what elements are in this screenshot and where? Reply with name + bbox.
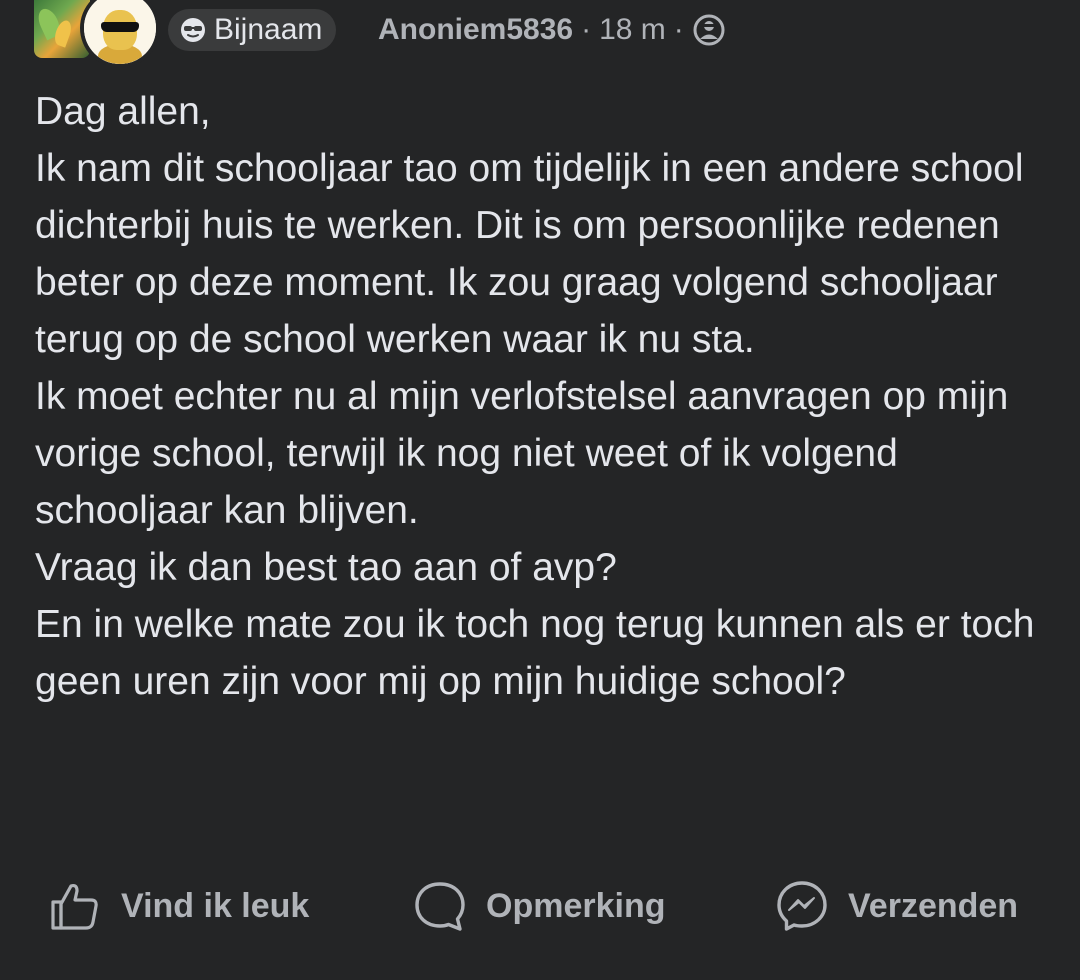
post-body: Dag allen, Ik nam dit schooljaar tao om … bbox=[35, 83, 1055, 710]
like-label: Vind ik leuk bbox=[121, 886, 310, 925]
post-paragraph: Ik nam dit schooljaar tao om tijdelijk i… bbox=[35, 147, 1024, 361]
post-paragraph: Dag allen, bbox=[35, 90, 211, 133]
post-paragraph: En in welke mate zou ik toch nog terug k… bbox=[35, 603, 1035, 703]
user-avatar[interactable] bbox=[80, 0, 160, 68]
author-name[interactable]: Anoniem5836 bbox=[378, 9, 573, 51]
comment-button[interactable]: Opmerking bbox=[412, 874, 665, 938]
post-time[interactable]: 18 m bbox=[599, 9, 666, 51]
post-card: Bijnaam Anoniem5836 · 18 m · Dag allen, … bbox=[0, 0, 1080, 980]
anonymous-user-icon[interactable] bbox=[692, 13, 726, 47]
post-paragraph: Vraag ik dan best tao aan of avp? bbox=[35, 546, 617, 589]
post-actions: Vind ik leuk Opmerking Verzenden bbox=[0, 874, 1080, 938]
separator-dot: · bbox=[581, 13, 592, 46]
nickname-badge: Bijnaam bbox=[168, 9, 337, 51]
send-button[interactable]: Verzenden bbox=[774, 874, 1018, 938]
comment-label: Opmerking bbox=[486, 886, 666, 925]
badge-label: Bijnaam bbox=[214, 13, 323, 46]
sunglasses-face-icon bbox=[180, 17, 206, 43]
separator-dot: · bbox=[673, 13, 684, 46]
speech-bubble-icon bbox=[412, 878, 468, 934]
post-paragraph: Ik moet echter nu al mijn verlofstelsel … bbox=[35, 375, 1009, 532]
messenger-icon bbox=[774, 878, 830, 934]
send-label: Verzenden bbox=[848, 886, 1019, 925]
like-button[interactable]: Vind ik leuk bbox=[47, 874, 309, 938]
post-meta: Anoniem5836 · 18 m · bbox=[378, 9, 726, 51]
post-header: Bijnaam Anoniem5836 · 18 m · bbox=[0, 0, 1080, 68]
thumbs-up-icon bbox=[47, 878, 103, 934]
